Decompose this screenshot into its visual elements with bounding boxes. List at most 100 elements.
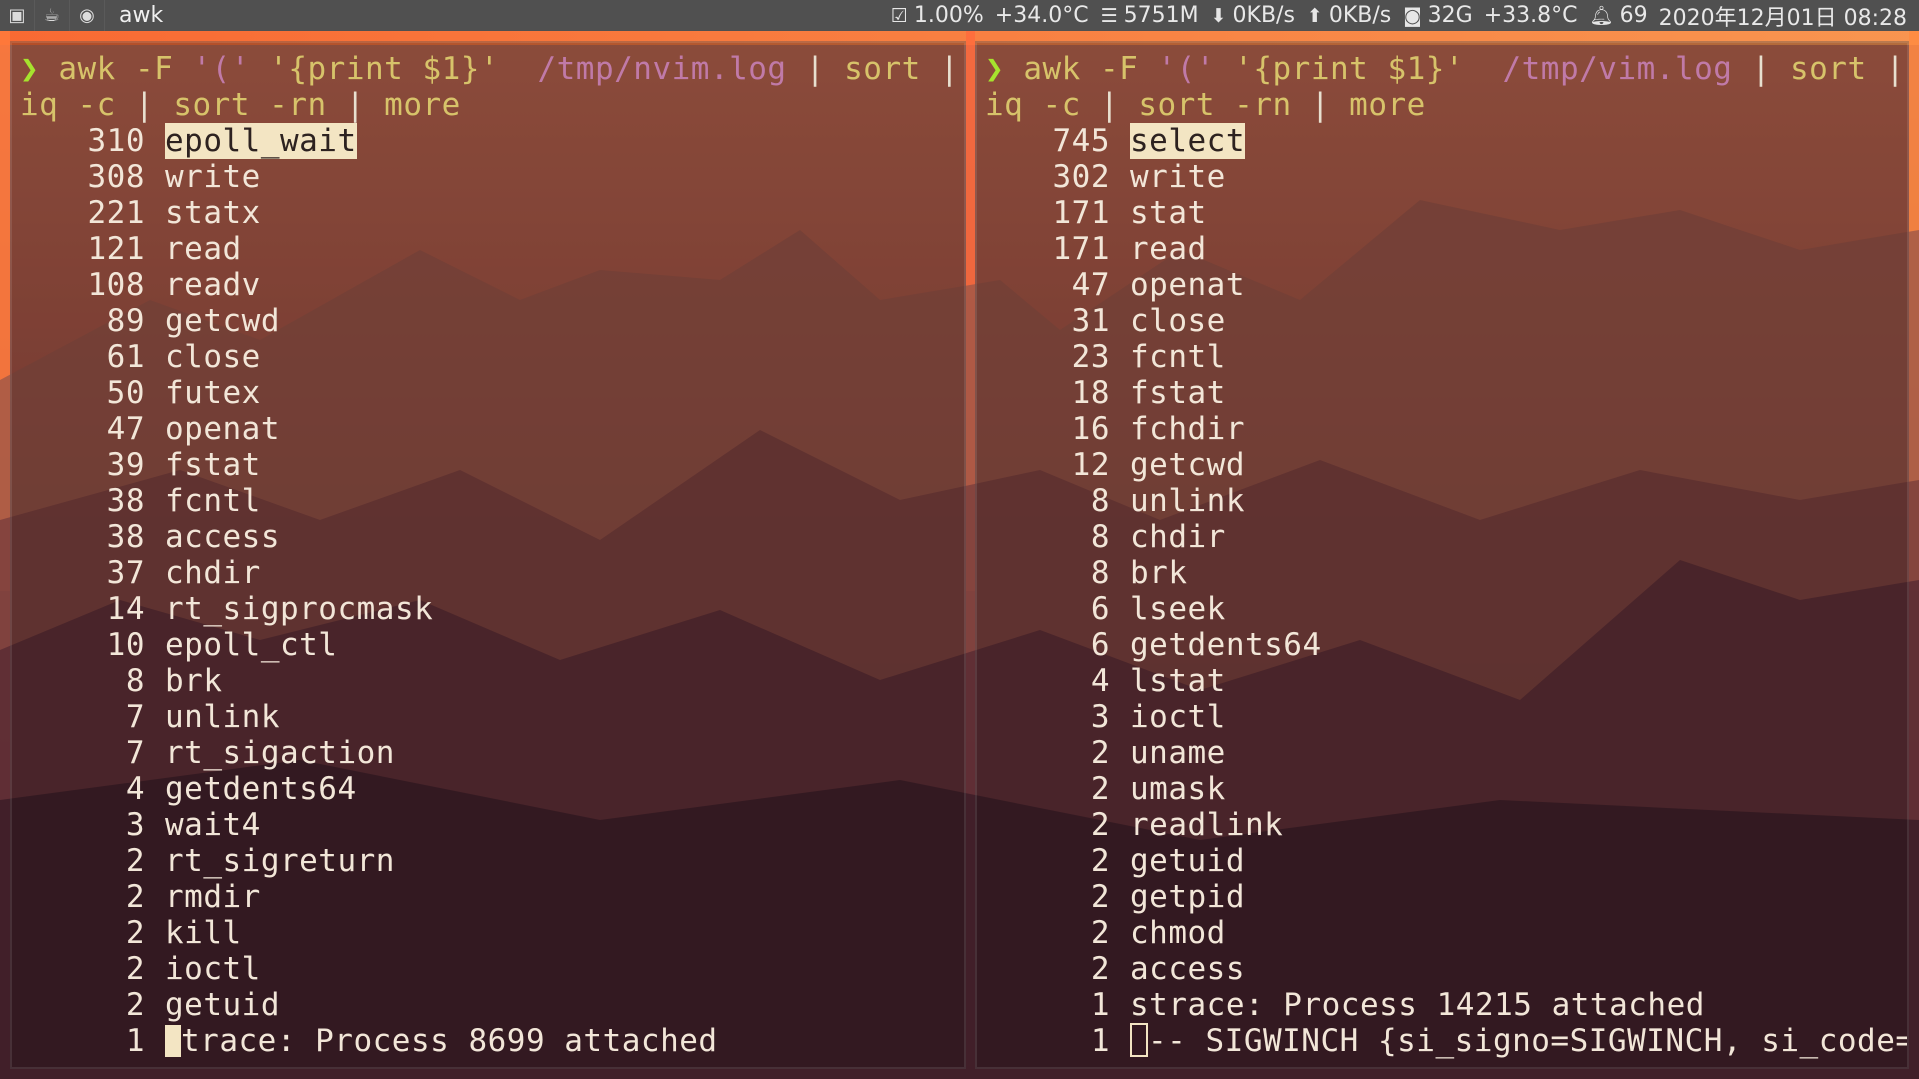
syscall-count: 302: [1052, 159, 1110, 195]
cmd-sort-rn: sort -rn: [1138, 87, 1292, 123]
notification-count[interactable]: 69: [1620, 3, 1648, 28]
syscall-name: getuid: [1130, 843, 1245, 879]
output-row: 31 close: [985, 303, 1907, 339]
command-line: ❯ awk -F '(' '{print $1}' /tmp/nvim.log …: [20, 51, 964, 87]
syscall-count: 3: [1090, 699, 1110, 735]
output-row: 171 stat: [985, 195, 1907, 231]
syscall-name-highlighted: select: [1130, 123, 1245, 159]
clock: 2020年12月01日 08:28: [1658, 5, 1907, 31]
output-row: 171 read: [985, 231, 1907, 267]
syscall-count: 2: [1090, 879, 1110, 915]
cmd-program: '{print $1}': [269, 51, 500, 87]
syscall-count: 38: [106, 519, 145, 555]
disk-temp: +33.8°C: [1483, 3, 1578, 28]
syscall-count: 2: [125, 987, 145, 1023]
syscall-count: 50: [106, 375, 145, 411]
disk-icon: ◙: [1403, 4, 1422, 27]
output-row: 4 lstat: [985, 663, 1907, 699]
output-row: 2 rt_sigreturn: [20, 843, 964, 879]
output-row: 47 openat: [985, 267, 1907, 303]
output-row: 8 chdir: [985, 519, 1907, 555]
syscall-name-highlighted: epoll_wait: [165, 123, 357, 159]
syscall-name: openat: [1130, 267, 1245, 303]
syscall-count: 31: [1071, 303, 1110, 339]
syscall-name: rt_sigaction: [165, 735, 395, 771]
cpu-temp: +34.0°C: [994, 3, 1089, 28]
syscall-count: 16: [1071, 411, 1110, 447]
eye-icon[interactable]: ◉: [70, 0, 105, 31]
output-row: 89 getcwd: [20, 303, 964, 339]
syscall-name: fstat: [1130, 375, 1226, 411]
syscall-count: 2: [125, 843, 145, 879]
output-row: 10 epoll_ctl: [20, 627, 964, 663]
syscall-count: 12: [1071, 447, 1110, 483]
output-row: 12 getcwd: [985, 447, 1907, 483]
bell-icon[interactable]: 🔔︎: [1590, 4, 1614, 27]
coffee-icon[interactable]: ☕: [35, 0, 70, 31]
syscall-name: fcntl: [1130, 339, 1226, 375]
syscall-count: 1: [1090, 987, 1110, 1023]
syscall-name: lstat: [1130, 663, 1226, 699]
syscall-name: rmdir: [165, 879, 261, 915]
output-row: 2 getuid: [20, 987, 964, 1023]
syscall-name: unlink: [1130, 483, 1245, 519]
output-row: 6 lseek: [985, 591, 1907, 627]
syscall-name: fcntl: [165, 483, 261, 519]
output-row: 47 openat: [20, 411, 964, 447]
syscall-count: 2: [1090, 735, 1110, 771]
syscall-count: 14: [106, 591, 145, 627]
cmd-sort: sort: [1789, 51, 1867, 87]
cpu-usage: 1.00%: [913, 3, 984, 28]
output-row: 7 unlink: [20, 699, 964, 735]
prompt-symbol: ❯: [20, 51, 40, 87]
terminal-icon[interactable]: ▣: [0, 0, 35, 31]
syscall-name: kill: [165, 915, 242, 951]
syscall-name: write: [1130, 159, 1226, 195]
syscall-name: uname: [1130, 735, 1226, 771]
output-row: 2 access: [985, 951, 1907, 987]
syscall-name: fstat: [165, 447, 261, 483]
syscall-name: brk: [1130, 555, 1188, 591]
cmd-path: /tmp/nvim.log: [537, 51, 787, 87]
cmd-program: '{print $1}': [1234, 51, 1465, 87]
terminal-cursor: [165, 1025, 181, 1057]
syscall-count: 8: [1090, 519, 1110, 555]
output-row: 2 chmod: [985, 915, 1907, 951]
syscall-name: chdir: [165, 555, 261, 591]
syscall-count: 3: [125, 807, 145, 843]
syscall-count: 2: [125, 879, 145, 915]
cmd-awk: awk -F: [58, 51, 193, 87]
pipe: |: [939, 51, 960, 87]
syscall-name: getpid: [1130, 879, 1245, 915]
syscall-name: getdents64: [1130, 627, 1322, 663]
terminal-pane-left[interactable]: ❯ awk -F '(' '{print $1}' /tmp/nvim.log …: [10, 41, 966, 1069]
active-window-title: awk: [119, 3, 164, 28]
terminal-pane-right[interactable]: ❯ awk -F '(' '{print $1}' /tmp/vim.log |…: [975, 41, 1909, 1069]
syscall-count: 38: [106, 483, 145, 519]
output-row: 310 epoll_wait: [20, 123, 964, 159]
syscall-name: unlink: [165, 699, 280, 735]
syscall-count: 1: [1090, 1023, 1110, 1059]
output-row: 6 getdents64: [985, 627, 1907, 663]
cpu-icon: ☑: [890, 4, 908, 27]
syscall-name: chmod: [1130, 915, 1226, 951]
syscall-count: 8: [1090, 555, 1110, 591]
command-line-wrap: iq -c | sort -rn | more: [20, 87, 964, 123]
syscall-name: ioctl: [1130, 699, 1226, 735]
syscall-name: umask: [1130, 771, 1226, 807]
output-row: 2 getpid: [985, 879, 1907, 915]
syscall-count: 2: [1090, 771, 1110, 807]
syscall-count: 2: [1090, 807, 1110, 843]
syscall-count: 61: [106, 339, 145, 375]
output-list: 745 select 302 write 171 stat 171 read 47 openat 3…: [985, 123, 1907, 1023]
syscall-name: readv: [165, 267, 261, 303]
output-row: 39 fstat: [20, 447, 964, 483]
output-row: 38 fcntl: [20, 483, 964, 519]
upload-icon: ⬆: [1306, 4, 1323, 27]
syscall-count: 47: [1071, 267, 1110, 303]
output-row: 50 futex: [20, 375, 964, 411]
syscall-count: 171: [1052, 231, 1110, 267]
syscall-count: 1: [125, 1023, 145, 1059]
cmd-sort-rn: sort -rn: [173, 87, 327, 123]
syscall-count: 2: [1090, 915, 1110, 951]
